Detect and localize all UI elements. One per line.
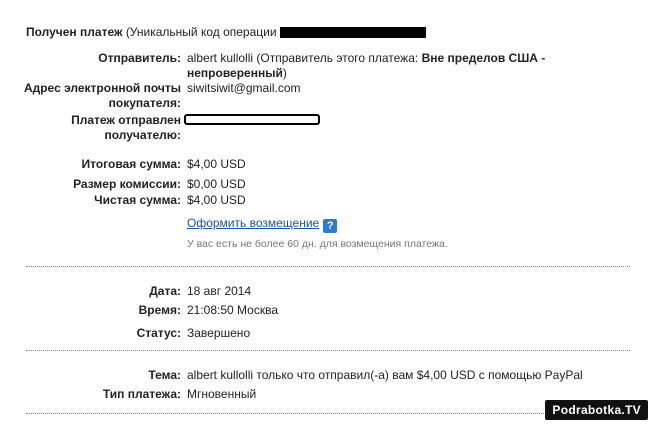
- refund-note: У вас есть не более 60 дн. для возмещени…: [187, 238, 448, 250]
- time-value: 21:08:50 Москва: [187, 303, 279, 317]
- payment-type-label: Тип платежа:: [102, 387, 181, 401]
- page-header: Получен платеж (Уникальный код операции: [26, 25, 426, 40]
- divider: [26, 266, 630, 267]
- date-label: Дата:: [149, 284, 181, 298]
- sender-note-suffix: ): [282, 66, 287, 80]
- transaction-id-label: (Уникальный код операции: [125, 25, 277, 39]
- net-label: Чистая сумма:: [94, 193, 181, 207]
- divider: [26, 350, 630, 351]
- payment-type-value: Мгновенный: [187, 387, 257, 401]
- buyer-email-label: Адрес электронной почты покупателя:: [23, 81, 181, 110]
- net-value: $4,00 USD: [187, 193, 246, 207]
- refund-row: Оформить возмещение?: [187, 216, 338, 233]
- recipient-label: Платеж отправлен получателю:: [71, 113, 181, 142]
- status-value: Завершено: [187, 326, 251, 340]
- sender-name: albert kullolli: [187, 51, 254, 65]
- page-title: Получен платеж: [26, 25, 123, 39]
- buyer-email-value: siwitsiwit@gmail.com: [187, 81, 301, 95]
- total-value: $4,00 USD: [187, 157, 246, 171]
- total-label: Итоговая сумма:: [81, 157, 181, 171]
- sender-label: Отправитель:: [98, 51, 181, 65]
- watermark: Podrabotka.TV: [545, 400, 648, 420]
- fee-value: $0,00 USD: [187, 177, 246, 191]
- status-label: Статус:: [136, 326, 181, 340]
- redacted-transaction-id: [279, 27, 426, 39]
- sender-value: albert kullolli (Отправитель этого плате…: [187, 51, 567, 81]
- issue-refund-link[interactable]: Оформить возмещение: [187, 216, 319, 230]
- sender-note-prefix: (Отправитель этого платежа:: [256, 51, 419, 65]
- redacted-recipient: [184, 114, 320, 125]
- date-value: 18 авг 2014: [187, 284, 252, 298]
- fee-label: Размер комиссии:: [73, 177, 181, 191]
- question-icon[interactable]: ?: [323, 219, 338, 233]
- divider: [26, 413, 630, 414]
- subject-value: albert kullolli только что отправил(-а) …: [187, 368, 583, 382]
- subject-label: Тема:: [148, 368, 181, 382]
- time-label: Время:: [138, 303, 181, 317]
